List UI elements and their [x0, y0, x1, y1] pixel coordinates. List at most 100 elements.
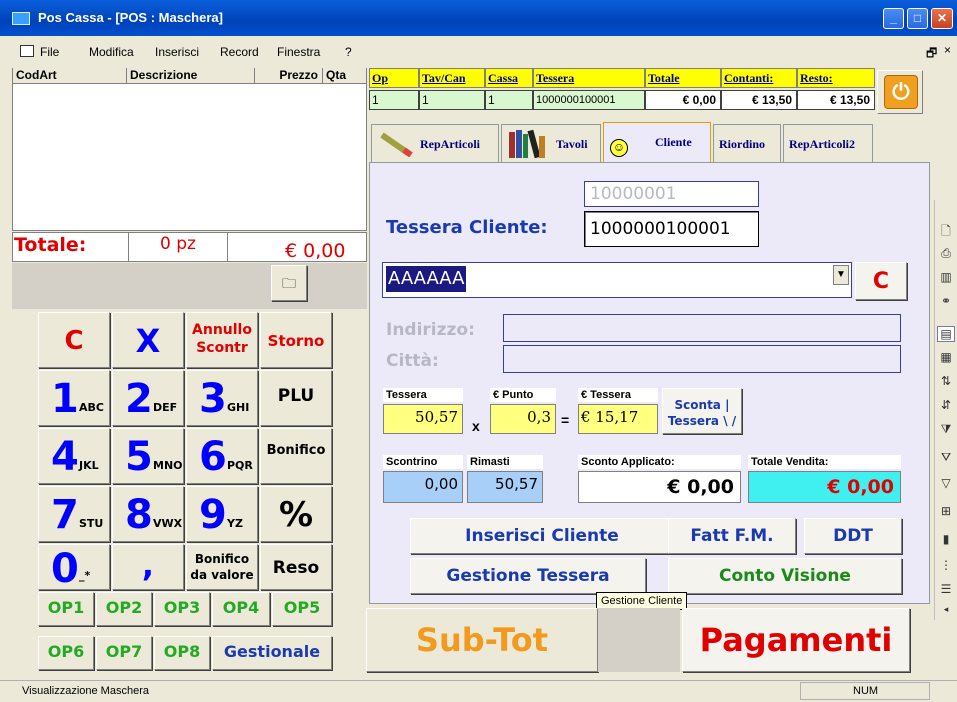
key-gestionale[interactable]: Gestionale	[212, 636, 332, 670]
tab-reparticoli[interactable]: RepArticoli	[371, 124, 499, 162]
sconta-tessera-button[interactable]: Sconta | Tessera \ /	[662, 388, 742, 434]
fatt-fm-button[interactable]: Fatt F.M.	[668, 518, 796, 554]
binoculars-icon[interactable]: ⚭	[937, 294, 955, 310]
chart-icon[interactable]: ▮	[937, 532, 955, 548]
toolbar-arrow-icon[interactable]: ◂	[937, 604, 955, 620]
pagamenti-button[interactable]: Pagamenti	[682, 608, 910, 672]
tab-riordino[interactable]: Riordino	[713, 124, 781, 162]
key-reso[interactable]: Reso	[260, 544, 332, 590]
key-3[interactable]: 3 GHI	[186, 370, 258, 426]
key-7[interactable]: 7 STU	[38, 486, 110, 542]
key-storno[interactable]: Storno	[260, 312, 332, 368]
menu-inserisci[interactable]: Inserisci	[155, 45, 199, 59]
col-prezzo[interactable]: Prezzo	[255, 68, 323, 84]
form-view-icon[interactable]: ▤	[937, 326, 955, 342]
book-icon[interactable]: ▥	[937, 270, 955, 286]
key-op3[interactable]: OP3	[154, 592, 210, 626]
cliente-id-field[interactable]: 10000001	[584, 181, 759, 207]
grid-val-cassa: 1	[485, 90, 533, 110]
key-percent[interactable]: %	[260, 486, 332, 542]
key-plu[interactable]: PLU	[260, 370, 332, 426]
menu-record[interactable]: Record	[220, 45, 259, 59]
restore-icon[interactable]: 🗗	[926, 44, 937, 65]
print-icon[interactable]: ⎙	[937, 246, 955, 262]
filter-selection-icon[interactable]: ⧩	[937, 422, 955, 438]
sort-ascending-icon[interactable]: ⇅	[937, 374, 955, 390]
properties-icon[interactable]: ☰	[937, 582, 955, 598]
subtot-button[interactable]: Sub-Tot	[366, 608, 598, 672]
etessera-value: € 15,17	[578, 404, 658, 434]
grid-hdr-tavcan: Tav/Can	[419, 68, 485, 88]
key-clear[interactable]: C	[38, 312, 110, 368]
folder-button[interactable]: 🗀	[271, 265, 307, 301]
grid-hdr-resto: Resto:	[797, 68, 875, 88]
scontrino-value: 0,00	[383, 471, 463, 503]
dropdown-arrow-icon[interactable]: ▼	[833, 265, 849, 285]
indirizzo-field[interactable]	[503, 314, 901, 342]
clear-cliente-button[interactable]: C	[855, 262, 907, 300]
key-op8[interactable]: OP8	[154, 636, 210, 670]
menu-modifica[interactable]: Modifica	[89, 45, 134, 59]
key-0[interactable]: 0 _*	[38, 544, 110, 592]
datasheet-icon[interactable]: ▦	[937, 350, 955, 366]
indirizzo-label: Indirizzo:	[386, 320, 475, 340]
key-x[interactable]: X	[112, 312, 184, 368]
relationships-icon[interactable]: ⊞	[937, 504, 955, 520]
key-annullo-scontr[interactable]: Annullo Scontr	[186, 312, 258, 368]
mdi-close-icon[interactable]: ×	[944, 43, 951, 57]
key-comma[interactable]: ,	[112, 544, 184, 590]
close-button[interactable]: ✕	[931, 8, 953, 29]
title-bar[interactable]: Pos Cassa - [POS : Maschera] _ □ ✕	[0, 0, 957, 36]
key-op2[interactable]: OP2	[96, 592, 152, 626]
key-2[interactable]: 2 DEF	[112, 370, 184, 426]
key-bonifico[interactable]: Bonifico	[260, 428, 332, 484]
key-op6[interactable]: OP6	[38, 636, 94, 670]
window-title: Pos Cassa - [POS : Maschera]	[38, 10, 223, 25]
tab-tavoli[interactable]: Tavoli	[501, 124, 601, 162]
inserisci-cliente-button[interactable]: Inserisci Cliente	[410, 518, 674, 554]
print-preview-icon[interactable]: 🗋	[937, 222, 955, 238]
tab-cliente[interactable]: ☺ Cliente	[603, 122, 711, 164]
key-4[interactable]: 4 JKL	[38, 428, 110, 484]
cliente-name-combo[interactable]: AAAAAA ▼	[382, 262, 852, 298]
key-6[interactable]: 6 PQR	[186, 428, 258, 484]
grid-val-contanti: € 13,50	[721, 90, 797, 110]
sort-descending-icon[interactable]: ⇵	[937, 398, 955, 414]
key-bonifico-da-valore[interactable]: Bonifico da valore	[186, 544, 258, 590]
key-op1[interactable]: OP1	[38, 592, 94, 626]
punto-label: € Punto	[490, 388, 556, 402]
key-9[interactable]: 9 YZ	[186, 486, 258, 542]
remove-filter-icon[interactable]: ▽	[937, 476, 955, 492]
new-record-icon[interactable]: ⋮	[937, 558, 955, 574]
key-8[interactable]: 8 VWX	[112, 486, 184, 542]
menu-help[interactable]: ?	[345, 45, 352, 59]
key-op5[interactable]: OP5	[272, 592, 332, 626]
maximize-button[interactable]: □	[907, 8, 928, 29]
document-icon[interactable]	[20, 45, 34, 57]
scontrino-label: Scontrino	[383, 455, 463, 469]
key-op7[interactable]: OP7	[96, 636, 152, 670]
menu-finestra[interactable]: Finestra	[277, 45, 320, 59]
sconto-applicato-label: Sconto Applicato:	[578, 455, 741, 469]
key-op4[interactable]: OP4	[212, 592, 270, 626]
gestione-tessera-button[interactable]: Gestione Tessera	[410, 558, 646, 594]
grid-hdr-cassa: Cassa	[485, 68, 533, 88]
conto-visione-button[interactable]: Conto Visione	[668, 558, 902, 594]
citta-field[interactable]	[503, 345, 901, 373]
tab-reparticoli2[interactable]: RepArticoli2	[783, 124, 873, 162]
receipt-list[interactable]	[12, 68, 367, 231]
total-qty: 0 pz	[160, 234, 196, 254]
key-1[interactable]: 1 ABC	[38, 370, 110, 426]
tessera-cliente-input[interactable]: 1000000100001	[584, 211, 759, 247]
key-5[interactable]: 5 MNO	[112, 428, 184, 484]
smiley-icon: ☺	[610, 139, 628, 157]
filter-form-icon[interactable]: ⛛	[937, 450, 955, 466]
minimize-button[interactable]: _	[883, 8, 904, 29]
col-qta[interactable]: Qta	[323, 68, 367, 84]
col-codart[interactable]: CodArt	[13, 68, 127, 84]
rimasti-value: 50,57	[467, 471, 543, 503]
power-button[interactable]: ⏻	[877, 70, 923, 114]
col-descrizione[interactable]: Descrizione	[127, 68, 255, 84]
menu-file[interactable]: File	[40, 45, 59, 59]
ddt-button[interactable]: DDT	[804, 518, 902, 554]
